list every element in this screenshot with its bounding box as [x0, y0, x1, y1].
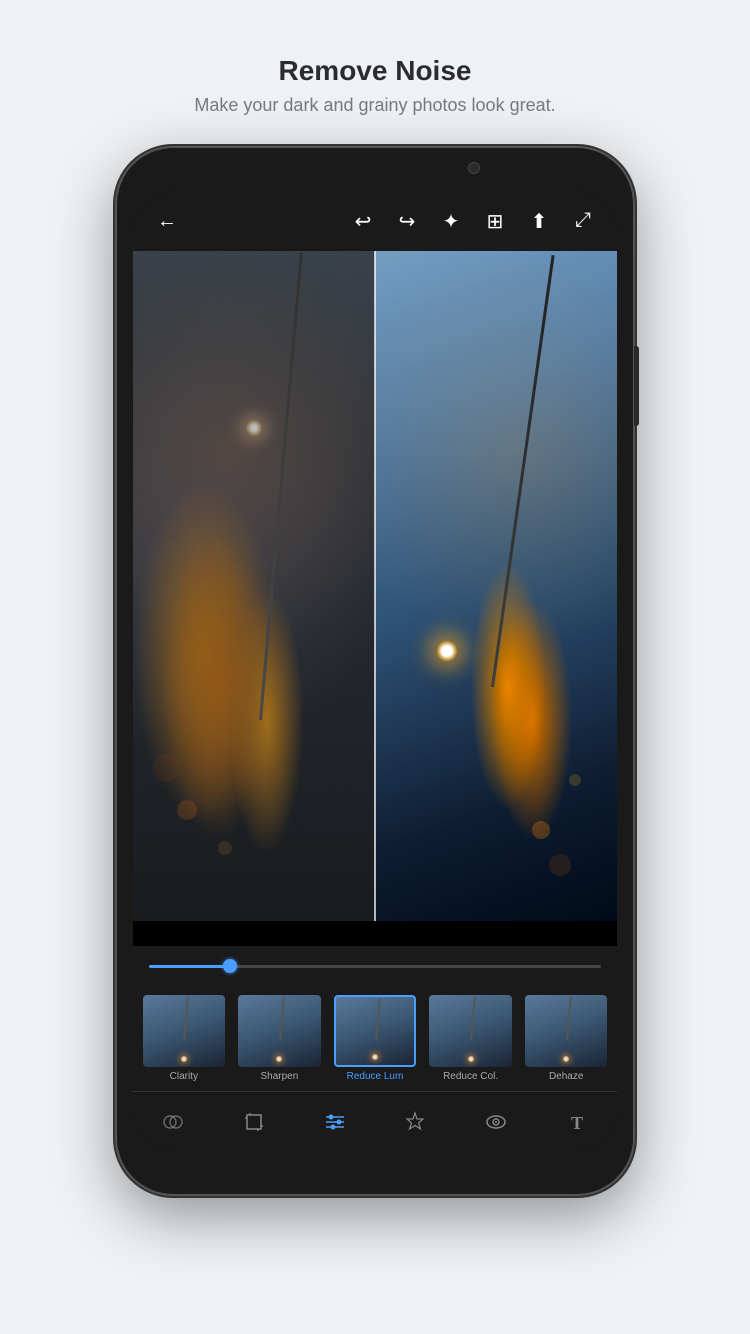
compare-button[interactable]: ⊞ [477, 209, 513, 234]
thumb-label-sharpen: Sharpen [260, 1071, 298, 1082]
phone-mockup: ← ↩ ↪ ✦ ⊞ ⬆ ⤢ [115, 146, 635, 1196]
bottom-nav-bar: T [133, 1091, 617, 1151]
adjust-nav-button[interactable] [323, 1110, 347, 1134]
sparkle-glow-left [245, 419, 263, 437]
tool-thumbnail-strip: Clarity Sharpen Reduce Lum [133, 986, 617, 1091]
expand-button[interactable]: ⤢ [565, 209, 601, 234]
thumb-spark-dehaze [563, 1056, 569, 1062]
thumb-img-sharpen [238, 995, 320, 1067]
thumb-img-reduce-col [429, 995, 511, 1067]
thumbnail-clarity[interactable]: Clarity [137, 995, 231, 1082]
slider-fill [149, 965, 230, 968]
bokeh-dot-r2 [569, 774, 581, 786]
slider-track[interactable] [149, 965, 601, 968]
sparkler-stick-left [259, 253, 303, 720]
image-split-view [133, 251, 617, 921]
image-after [375, 251, 617, 921]
thumb-spark-reduce-lum [372, 1054, 378, 1060]
svg-text:T: T [571, 1113, 583, 1133]
thumb-img-clarity [143, 995, 225, 1067]
app-toolbar: ← ↩ ↪ ✦ ⊞ ⬆ ⤢ [133, 191, 617, 251]
slider-thumb[interactable] [223, 959, 237, 973]
image-edit-area [133, 251, 617, 921]
share-button[interactable]: ⬆ [521, 209, 557, 234]
thumbnail-reduce-lum[interactable]: Reduce Lum [328, 995, 422, 1082]
bokeh-dot-3 [152, 754, 180, 782]
sparkler-stick-right [491, 255, 555, 687]
sparkle-glow-right [436, 640, 458, 662]
preview-nav-button[interactable] [484, 1110, 508, 1134]
thumbnail-dehaze[interactable]: Dehaze [519, 995, 613, 1082]
wand-button[interactable]: ✦ [433, 209, 469, 234]
phone-side-button [634, 346, 639, 426]
thumb-img-reduce-lum [334, 995, 416, 1067]
phone-screen: ← ↩ ↪ ✦ ⊞ ⬆ ⤢ [133, 191, 617, 1151]
thumb-label-dehaze: Dehaze [549, 1071, 583, 1082]
thumb-stick-clarity [184, 997, 190, 1040]
thumb-stick-dehaze [566, 997, 572, 1040]
header-section: Remove Noise Make your dark and grainy p… [194, 0, 555, 146]
thumbnail-sharpen[interactable]: Sharpen [233, 995, 327, 1082]
text-nav-button[interactable]: T [565, 1110, 589, 1134]
bokeh-dot-2 [218, 841, 232, 855]
thumb-label-clarity: Clarity [170, 1071, 198, 1082]
toolbar-right-icons: ↩ ↪ ✦ ⊞ ⬆ ⤢ [345, 209, 601, 234]
bokeh-dot-1 [177, 800, 197, 820]
thumb-label-reduce-col: Reduce Col. [443, 1071, 498, 1082]
phone-camera [468, 162, 480, 174]
crop-nav-button[interactable] [242, 1110, 266, 1134]
thumb-stick-reduce-lum [375, 999, 381, 1040]
thumb-label-reduce-lum: Reduce Lum [347, 1071, 404, 1082]
thumb-img-dehaze [525, 995, 607, 1067]
back-button[interactable]: ← [149, 210, 185, 233]
thumb-spark-reduce-col [468, 1056, 474, 1062]
thumb-spark-sharpen [276, 1056, 282, 1062]
adjustment-slider-area [133, 946, 617, 986]
page-subtitle: Make your dark and grainy photos look gr… [194, 95, 555, 116]
bokeh-dot-r1 [532, 821, 550, 839]
phone-notch [315, 160, 435, 174]
undo-button[interactable]: ↩ [345, 209, 381, 234]
blend-nav-button[interactable] [161, 1110, 185, 1134]
thumbnail-reduce-col[interactable]: Reduce Col. [424, 995, 518, 1082]
split-divider[interactable] [374, 251, 376, 921]
redo-button[interactable]: ↪ [389, 209, 425, 234]
thumb-spark-clarity [181, 1056, 187, 1062]
page-title: Remove Noise [194, 55, 555, 87]
thumb-stick-sharpen [279, 997, 285, 1040]
bokeh-dot-r3 [549, 854, 571, 876]
thumb-stick-reduce-col [470, 997, 476, 1040]
healing-nav-button[interactable] [403, 1110, 427, 1134]
image-before [133, 251, 375, 921]
